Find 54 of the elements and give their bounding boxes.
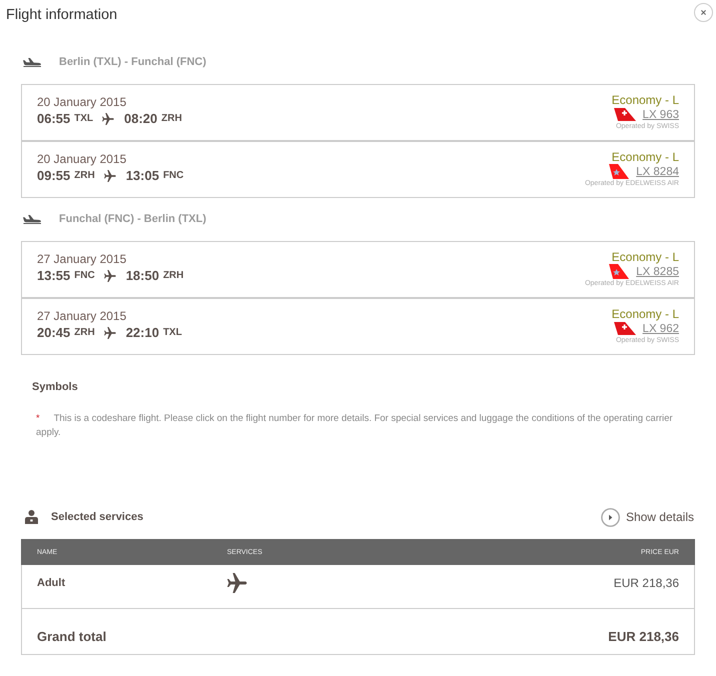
arrival-time: 13:05 bbox=[126, 168, 160, 183]
departure-airport: FNC bbox=[74, 270, 95, 281]
play-circle-icon bbox=[600, 508, 620, 526]
arrival-time: 18:50 bbox=[126, 268, 160, 283]
departure-airport: ZRH bbox=[74, 170, 95, 181]
total-label: Grand total bbox=[37, 628, 106, 646]
fare-class: Economy - L bbox=[612, 250, 679, 264]
flight-date: 20 January 2015 bbox=[37, 95, 128, 110]
plane-icon bbox=[23, 58, 41, 66]
tail-fin-cross-icon bbox=[614, 322, 636, 335]
symbols-heading: Symbols bbox=[32, 380, 78, 394]
departure-time: 20:45 bbox=[37, 325, 70, 340]
arrival-time: 22:10 bbox=[126, 325, 160, 340]
route-heading: Berlin (TXL) - Funchal (FNC) bbox=[59, 55, 206, 70]
departure-time: 09:55 bbox=[37, 168, 70, 183]
arrival-airport: ZRH bbox=[161, 113, 182, 124]
fare-class: Economy - L bbox=[612, 307, 679, 321]
flight-number-link[interactable]: LX 8285 bbox=[636, 264, 679, 278]
arrival-airport: ZRH bbox=[163, 270, 184, 281]
arrival-time: 08:20 bbox=[124, 111, 158, 126]
flight-number-link[interactable]: LX 963 bbox=[642, 108, 679, 122]
price: EUR 218,36 bbox=[614, 576, 679, 590]
flight-number-link[interactable]: LX 962 bbox=[642, 322, 679, 336]
arrival-airport: FNC bbox=[163, 170, 184, 181]
person-icon bbox=[25, 510, 38, 524]
flight-date: 27 January 2015 bbox=[37, 309, 128, 324]
flight-date: 27 January 2015 bbox=[37, 252, 128, 267]
services-heading: Selected services bbox=[51, 511, 144, 523]
plane-icon bbox=[102, 112, 114, 124]
close-button[interactable] bbox=[694, 3, 713, 22]
route-heading: Funchal (FNC) - Berlin (TXL) bbox=[59, 212, 206, 227]
footnote-text: * This is a codeshare flight. Please click on the flight number for more details. For special services and luggage the conditions of the operating carrier apply. bbox=[36, 412, 674, 440]
departure-time: 13:55 bbox=[37, 268, 70, 283]
tail-fin-star-icon bbox=[609, 164, 630, 179]
departure-time: 06:55 bbox=[37, 111, 70, 126]
flight-date: 20 January 2015 bbox=[37, 152, 128, 167]
close-icon bbox=[701, 10, 706, 15]
arrival-airport: TXL bbox=[163, 327, 182, 338]
plane-icon bbox=[23, 214, 41, 224]
plane-icon bbox=[104, 170, 116, 182]
total-price: EUR 218,36 bbox=[608, 628, 679, 646]
tail-fin-star-icon bbox=[609, 264, 630, 279]
plane-icon bbox=[104, 326, 116, 338]
fare-class: Economy - L bbox=[612, 150, 679, 164]
departure-airport: ZRH bbox=[74, 327, 95, 338]
show-details-link[interactable]: Show details bbox=[600, 508, 694, 526]
fare-class: Economy - L bbox=[612, 93, 679, 107]
tail-fin-cross-icon bbox=[614, 108, 636, 121]
passenger-name: Adult bbox=[37, 576, 66, 590]
plane-icon bbox=[227, 573, 247, 593]
window-title: Flight information bbox=[6, 6, 118, 25]
departure-airport: TXL bbox=[74, 113, 94, 124]
flight-number-link[interactable]: LX 8284 bbox=[636, 164, 679, 178]
plane-icon bbox=[104, 270, 116, 282]
